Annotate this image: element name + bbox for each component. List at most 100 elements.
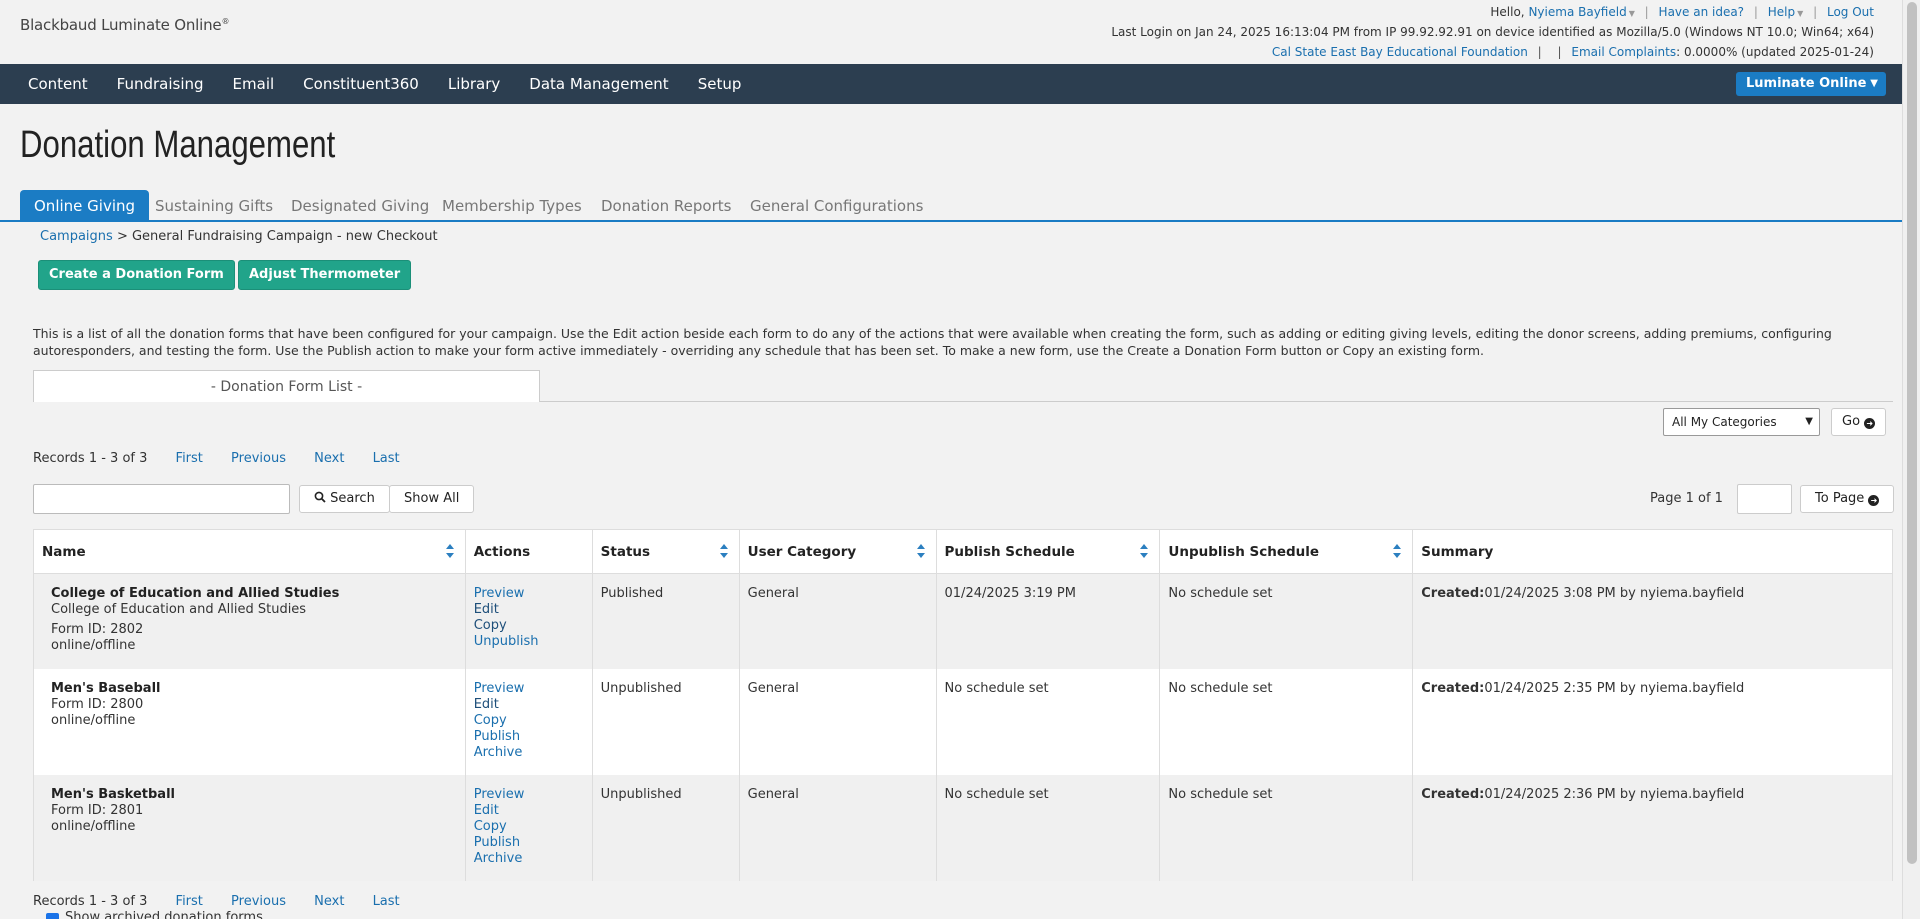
preview-link[interactable]: Preview	[474, 787, 584, 803]
tab-general-configurations[interactable]: General Configurations	[736, 190, 937, 222]
pager-first-link[interactable]: First	[176, 451, 203, 466]
luminate-online-button[interactable]: Luminate Online ▼	[1736, 72, 1886, 96]
created-label: Created:	[1421, 680, 1485, 696]
help-menu-link[interactable]: Help ▼	[1768, 5, 1804, 19]
table-row: Men's Basketball Form ID: 2801 online/of…	[33, 774, 1893, 881]
form-id: Form ID: 2800	[51, 696, 144, 712]
nav-library[interactable]: Library	[434, 64, 515, 104]
email-complaints-link[interactable]: Email Complaints	[1571, 45, 1676, 59]
divider: |	[1753, 5, 1758, 19]
breadcrumb-campaigns-link[interactable]: Campaigns	[40, 229, 113, 244]
form-category: General	[738, 573, 937, 669]
form-summary: Created:01/24/2025 2:35 PM by nyiema.bay…	[1412, 668, 1893, 775]
sort-icon	[1140, 544, 1149, 558]
archive-link[interactable]: Archive	[474, 745, 584, 761]
to-page-button[interactable]: To Page ➜	[1800, 485, 1895, 513]
page-scrollbar[interactable]	[1902, 0, 1920, 919]
form-id: Form ID: 2802	[51, 622, 144, 637]
sort-icon	[719, 544, 728, 558]
brand-mark: ®	[221, 17, 230, 26]
scrollbar-thumb[interactable]	[1907, 2, 1917, 864]
greeting-text: Hello,	[1490, 5, 1525, 19]
table-header-row: Name Actions Status User Category Publis…	[33, 529, 1893, 574]
tab-donation-form-list[interactable]: - Donation Form List -	[33, 370, 540, 402]
tab-donation-reports[interactable]: Donation Reports	[587, 190, 745, 222]
adjust-thermometer-button[interactable]: Adjust Thermometer	[238, 260, 412, 290]
edit-link[interactable]: Edit	[474, 602, 584, 618]
show-archived-checkbox[interactable]	[46, 913, 59, 919]
copy-link[interactable]: Copy	[474, 618, 584, 634]
nav-setup[interactable]: Setup	[684, 64, 757, 104]
edit-link[interactable]: Edit	[474, 697, 584, 713]
nav-data-management[interactable]: Data Management	[515, 64, 683, 104]
publish-link[interactable]: Publish	[474, 835, 584, 851]
page-description: This is a list of all the donation forms…	[33, 326, 1832, 358]
page-number-input[interactable]	[1737, 484, 1792, 514]
show-all-button[interactable]: Show All	[389, 485, 475, 513]
column-header-publish-schedule[interactable]: Publish Schedule	[935, 529, 1161, 574]
user-caret-icon: ▼	[1628, 9, 1635, 18]
tab-membership-types[interactable]: Membership Types	[428, 190, 596, 222]
pager-previous-link[interactable]: Previous	[231, 894, 286, 909]
chevron-down-icon: ▼	[1870, 78, 1878, 89]
created-label: Created:	[1421, 586, 1485, 601]
create-donation-form-button[interactable]: Create a Donation Form	[38, 260, 235, 290]
pager-previous-link[interactable]: Previous	[231, 451, 286, 466]
pager-last-link[interactable]: Last	[373, 894, 400, 909]
edit-link[interactable]: Edit	[474, 803, 584, 819]
column-label: Actions	[473, 543, 531, 560]
pager-last-link[interactable]: Last	[373, 451, 400, 466]
preview-link[interactable]: Preview	[474, 586, 584, 602]
last-login-text: Last Login on Jan 24, 2025 16:13:04 PM f…	[1111, 25, 1874, 39]
copy-link[interactable]: Copy	[474, 713, 584, 729]
go-button[interactable]: Go ➜	[1831, 408, 1887, 436]
records-pager-bottom: Records 1 - 3 of 3 First Previous Next L…	[33, 894, 400, 909]
brand-logo[interactable]: Blackbaud Luminate Online®	[20, 16, 229, 34]
column-header-actions: Actions	[464, 529, 593, 574]
archive-link[interactable]: Archive	[474, 851, 584, 867]
form-actions-cell: Preview Edit Copy Publish Archive	[464, 668, 593, 775]
column-header-name[interactable]: Name	[33, 529, 466, 574]
column-header-status[interactable]: Status	[591, 529, 740, 574]
search-input[interactable]	[33, 484, 290, 514]
tab-designated-giving[interactable]: Designated Giving	[277, 190, 443, 222]
nav-constituent360[interactable]: Constituent360	[289, 64, 434, 104]
column-header-unpublish-schedule[interactable]: Unpublish Schedule	[1159, 529, 1414, 574]
preview-link[interactable]: Preview	[474, 681, 584, 697]
form-name: Men's Baseball	[51, 680, 161, 696]
donation-forms-table: Name Actions Status User Category Publis…	[33, 529, 1893, 881]
pager-next-link[interactable]: Next	[314, 451, 344, 466]
tab-sustaining-gifts[interactable]: Sustaining Gifts	[141, 190, 287, 222]
sort-icon	[445, 544, 454, 558]
category-select[interactable]: All My Categories ▼	[1663, 408, 1820, 436]
nav-email[interactable]: Email	[219, 64, 290, 104]
logout-link[interactable]: Log Out	[1827, 5, 1874, 19]
show-archived-label: Show archived donation forms	[65, 910, 263, 919]
form-unpublish-schedule: No schedule set	[1159, 573, 1414, 669]
nav-fundraising[interactable]: Fundraising	[103, 64, 219, 104]
user-menu-link[interactable]: Nyiema Bayfield ▼	[1528, 5, 1634, 19]
form-publish-schedule: 01/24/2025 3:19 PM	[935, 573, 1161, 669]
form-name-cell: Men's Baseball Form ID: 2800 online/offl…	[33, 668, 466, 775]
email-complaints-value: : 0.0000% (updated 2025-01-24)	[1676, 45, 1874, 59]
search-button[interactable]: Search	[299, 485, 390, 513]
nav-content[interactable]: Content	[14, 64, 103, 104]
copy-link[interactable]: Copy	[474, 819, 584, 835]
publish-link[interactable]: Publish	[474, 729, 584, 745]
unpublish-link[interactable]: Unpublish	[474, 634, 584, 650]
column-header-user-category[interactable]: User Category	[738, 529, 937, 574]
form-status: Published	[591, 573, 740, 669]
pager-first-link[interactable]: First	[176, 894, 203, 909]
column-label: Publish Schedule	[944, 543, 1075, 560]
form-status: Unpublished	[591, 774, 740, 881]
have-idea-link[interactable]: Have an idea?	[1659, 5, 1745, 19]
created-value: 01/24/2025 2:35 PM by nyiema.bayfield	[1484, 680, 1745, 696]
column-label: Summary	[1421, 543, 1494, 560]
divider: |	[1557, 45, 1562, 59]
sort-icon	[916, 544, 925, 558]
pager-next-link[interactable]: Next	[314, 894, 344, 909]
search-label: Search	[330, 491, 375, 506]
org-name-link[interactable]: Cal State East Bay Educational Foundatio…	[1272, 45, 1528, 59]
form-category: General	[738, 774, 937, 881]
tab-online-giving[interactable]: Online Giving	[20, 190, 150, 222]
